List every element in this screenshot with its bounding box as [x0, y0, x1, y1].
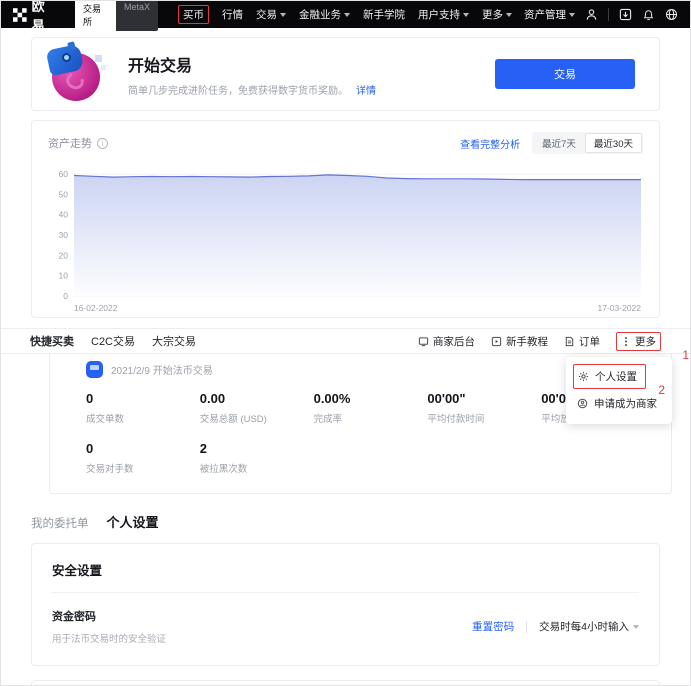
divider	[526, 621, 527, 633]
assets-menu[interactable]: 资产管理	[524, 7, 575, 22]
menu-markets[interactable]: 行情	[222, 7, 243, 22]
tab-express-buy-sell[interactable]: 快捷买卖	[30, 333, 74, 349]
download-app-icon[interactable]	[619, 8, 632, 21]
order-document-icon	[564, 336, 575, 347]
menu-trade[interactable]: 交易	[256, 7, 286, 22]
menu-support[interactable]: 用户支持	[418, 7, 469, 22]
merchant-badge-icon	[577, 398, 588, 409]
svg-text:50: 50	[59, 189, 69, 199]
fund-password-block: 资金密码 用于法币交易时的安全验证	[52, 608, 166, 645]
svg-text:30: 30	[59, 230, 69, 240]
page: 欧易 交易所 MetaX 买币 行情 交易 金融业务 新手学院 用户支持 更多 …	[0, 0, 691, 686]
security-settings-card: 安全设置 资金密码 用于法币交易时的安全验证 重置密码 交易时每4小时输入	[31, 543, 660, 666]
stat-blacklisted-count: 2 被拉黑次数	[200, 441, 314, 475]
stat-trade-volume: 0.00 交易总额 (USD)	[200, 391, 314, 425]
bell-icon[interactable]	[642, 8, 655, 21]
svg-text:60: 60	[59, 169, 69, 179]
hero-subtitle: 简单几步完成进阶任务，免费获得数字货币奖励。	[128, 82, 348, 97]
range-7d-button[interactable]: 最近7天	[533, 133, 585, 153]
payment-settings-card: 收付款设置 CNY + 添加收款账号 3	[31, 680, 660, 686]
chevron-down-icon	[280, 13, 286, 17]
menu-academy[interactable]: 新手学院	[363, 7, 405, 22]
tutorial-play-icon	[491, 336, 502, 347]
svg-text:17-03-2022: 17-03-2022	[598, 303, 642, 313]
chevron-down-icon	[463, 13, 469, 17]
svg-text:20: 20	[59, 250, 69, 260]
merchant-stats-section: 2021/2/9 开始法币交易 0 成交单数 0.00 交易总额 (USD) 0…	[49, 354, 672, 494]
security-settings-title: 安全设置	[52, 560, 639, 593]
more-menu-button[interactable]: 更多	[621, 334, 656, 349]
main-menu: 买币 行情 交易 金融业务 新手学院 用户支持 更多	[178, 5, 512, 24]
full-analysis-link[interactable]: 查看完整分析	[460, 136, 520, 151]
settings-section-tabs: 我的委托单 个人设置	[31, 512, 660, 531]
chevron-down-icon	[633, 625, 639, 629]
annotation-step-2: 2	[658, 383, 665, 397]
trade-tabbar: 快捷买卖 C2C交易 大宗交易 商家后台 新手教程	[0, 328, 691, 354]
okx-logo[interactable]: 欧易	[13, 0, 59, 34]
menu-more[interactable]: 更多	[482, 7, 512, 22]
mascot-illustration	[48, 45, 106, 103]
user-icon[interactable]	[585, 8, 598, 21]
merchant-avatar	[86, 361, 103, 378]
chevron-down-icon	[506, 13, 512, 17]
asset-trend-chart: 0 10 20 30 40 50 60 16-02-2022 17-03-2022	[48, 160, 645, 316]
logo-text: 欧易	[32, 0, 59, 34]
svg-text:0: 0	[63, 291, 68, 301]
password-frequency-select[interactable]: 交易时每4小时输入	[539, 619, 639, 634]
menu-buy-crypto[interactable]: 买币	[183, 7, 204, 22]
dropdown-apply-merchant[interactable]: 申请成为商家	[566, 391, 672, 416]
divider	[608, 8, 609, 21]
annotation-step-1: 1	[682, 348, 689, 362]
menu-finance[interactable]: 金融业务	[299, 7, 350, 22]
svg-text:16-02-2022: 16-02-2022	[74, 303, 118, 313]
stat-completed-orders: 0 成交单数	[86, 391, 200, 425]
toggle-metax[interactable]: MetaX	[116, 0, 158, 31]
details-link[interactable]: 详情	[356, 82, 376, 97]
globe-language-icon[interactable]	[665, 8, 678, 21]
orders-link[interactable]: 订单	[564, 334, 600, 349]
console-icon	[418, 336, 429, 347]
range-30d-button[interactable]: 最近30天	[585, 133, 642, 153]
navbar-right: 资产管理	[524, 7, 678, 22]
fund-password-desc: 用于法币交易时的安全验证	[52, 631, 166, 645]
trend-title-row: 资产走势 i	[48, 135, 108, 151]
tab-my-orders[interactable]: 我的委托单	[31, 515, 89, 531]
svg-text:40: 40	[59, 210, 69, 220]
hero-title: 开始交易	[128, 52, 376, 76]
toggle-exchange[interactable]: 交易所	[75, 0, 116, 31]
chevron-down-icon	[344, 13, 350, 17]
info-icon[interactable]: i	[97, 138, 108, 149]
ellipsis-vertical-icon	[621, 336, 631, 347]
tab-block-trade[interactable]: 大宗交易	[152, 333, 196, 349]
range-toggle: 最近7天 最近30天	[532, 132, 643, 154]
okx-logo-icon	[13, 8, 27, 22]
annotation-box-more: 更多	[616, 332, 661, 351]
tab-c2c-trade[interactable]: C2C交易	[91, 333, 135, 349]
svg-text:10: 10	[59, 271, 69, 281]
trade-button[interactable]: 交易	[495, 59, 635, 89]
fund-password-label: 资金密码	[52, 608, 166, 624]
chevron-down-icon	[569, 13, 575, 17]
reset-password-link[interactable]: 重置密码	[472, 619, 514, 634]
tab-personal-settings[interactable]: 个人设置	[107, 512, 159, 531]
dropdown-personal-settings[interactable]: 个人设置	[573, 364, 646, 389]
start-trading-banner: 开始交易 简单几步完成进阶任务，免费获得数字货币奖励。 详情 交易	[31, 37, 660, 111]
hero-text: 开始交易 简单几步完成进阶任务，免费获得数字货币奖励。 详情	[128, 52, 376, 97]
merchant-console-link[interactable]: 商家后台	[418, 334, 475, 349]
stat-completion-rate: 0.00% 完成率	[314, 391, 428, 425]
asset-trend-card: 资产走势 i 查看完整分析 最近7天 最近30天 0 10 20 30 40 50 60 16…	[31, 120, 660, 318]
trend-title: 资产走势	[48, 135, 92, 151]
gear-icon	[578, 371, 589, 382]
more-dropdown-menu: 个人设置 申请成为商家 2	[566, 357, 672, 424]
annotation-box-buy: 买币	[178, 5, 209, 24]
product-toggle: 交易所 MetaX	[75, 0, 158, 31]
stat-counterparties: 0 交易对手数	[86, 441, 200, 475]
top-navbar: 欧易 交易所 MetaX 买币 行情 交易 金融业务 新手学院 用户支持 更多 …	[1, 1, 690, 28]
member-since-text: 2021/2/9 开始法币交易	[111, 362, 213, 377]
stat-avg-payment-time: 00'00" 平均付款时间	[427, 391, 541, 425]
beginner-tutorial-link[interactable]: 新手教程	[491, 334, 548, 349]
